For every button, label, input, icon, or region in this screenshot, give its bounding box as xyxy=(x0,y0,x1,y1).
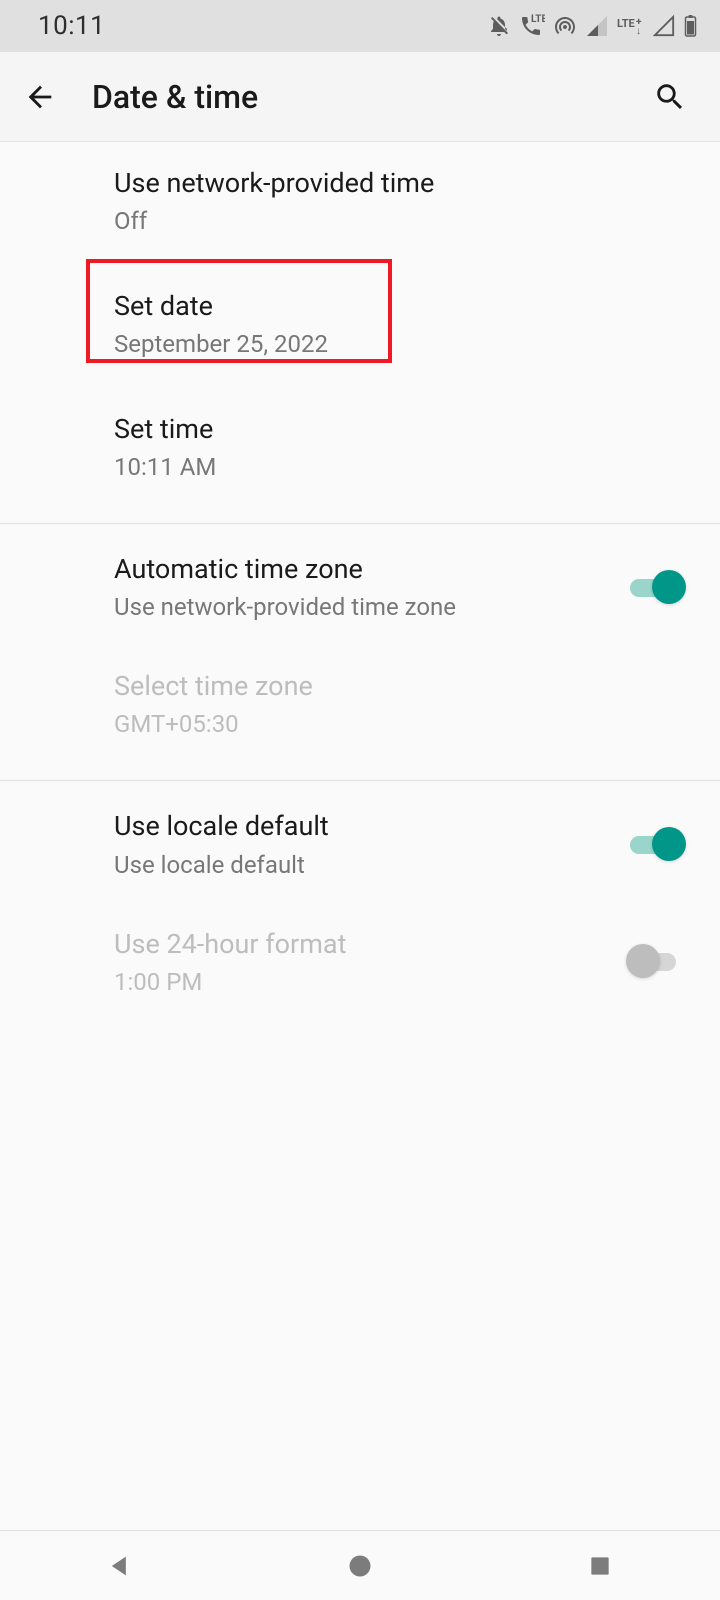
status-bar: 10:11 LTE LTE+↓ xyxy=(0,0,720,52)
nav-recents-button[interactable] xyxy=(540,1541,660,1591)
back-button[interactable] xyxy=(20,77,60,117)
square-recents-icon xyxy=(587,1553,613,1579)
setting-network-provided-time[interactable]: Use network-provided time Off xyxy=(0,142,720,259)
automatic-timezone-toggle[interactable] xyxy=(630,570,686,604)
setting-set-date[interactable]: Set date September 25, 2022 xyxy=(0,259,720,388)
item-subtitle: Off xyxy=(114,207,692,235)
nav-home-button[interactable] xyxy=(300,1541,420,1591)
status-icons: LTE LTE+↓ xyxy=(487,14,698,38)
hour24-toggle xyxy=(630,944,686,978)
notifications-off-icon xyxy=(487,14,511,38)
item-title: Set time xyxy=(114,412,692,447)
svg-text:LTE: LTE xyxy=(617,17,635,30)
signal-sim1-icon xyxy=(585,14,609,38)
item-subtitle: GMT+05:30 xyxy=(114,710,692,738)
status-time: 10:11 xyxy=(38,11,105,41)
item-title: Use network-provided time xyxy=(114,166,692,201)
signal-sim2-icon xyxy=(653,14,675,38)
item-subtitle: 10:11 AM xyxy=(114,453,692,481)
setting-automatic-timezone[interactable]: Automatic time zone Use network-provided… xyxy=(0,528,720,645)
search-icon xyxy=(653,80,687,114)
arrow-back-icon xyxy=(23,80,57,114)
setting-select-timezone: Select time zone GMT+05:30 xyxy=(0,645,720,762)
setting-locale-default[interactable]: Use locale default Use locale default xyxy=(0,785,720,902)
svg-text:LTE: LTE xyxy=(531,14,545,25)
item-title: Use 24-hour format xyxy=(114,927,630,962)
item-subtitle: September 25, 2022 xyxy=(114,330,692,358)
item-subtitle: Use locale default xyxy=(114,851,630,879)
page-title: Date & time xyxy=(92,78,650,116)
svg-text:↓: ↓ xyxy=(636,26,641,37)
triangle-back-icon xyxy=(106,1552,134,1580)
setting-24-hour-format: Use 24-hour format 1:00 PM xyxy=(0,903,720,1020)
navigation-bar xyxy=(0,1530,720,1600)
hotspot-icon xyxy=(553,14,577,38)
circle-home-icon xyxy=(346,1552,374,1580)
item-subtitle: 1:00 PM xyxy=(114,968,630,996)
item-title: Automatic time zone xyxy=(114,552,630,587)
nav-back-button[interactable] xyxy=(60,1541,180,1591)
item-subtitle: Use network-provided time zone xyxy=(114,593,630,621)
volte-call-icon: LTE xyxy=(519,14,545,38)
battery-icon xyxy=(683,14,698,38)
settings-list: Use network-provided time Off Set date S… xyxy=(0,142,720,1530)
item-title: Select time zone xyxy=(114,669,692,704)
item-title: Use locale default xyxy=(114,809,630,844)
search-button[interactable] xyxy=(650,77,690,117)
locale-default-toggle[interactable] xyxy=(630,827,686,861)
lte-plus-icon: LTE+↓ xyxy=(617,14,645,38)
app-bar: Date & time xyxy=(0,52,720,142)
item-title: Set date xyxy=(114,289,692,324)
setting-set-time[interactable]: Set time 10:11 AM xyxy=(0,388,720,505)
